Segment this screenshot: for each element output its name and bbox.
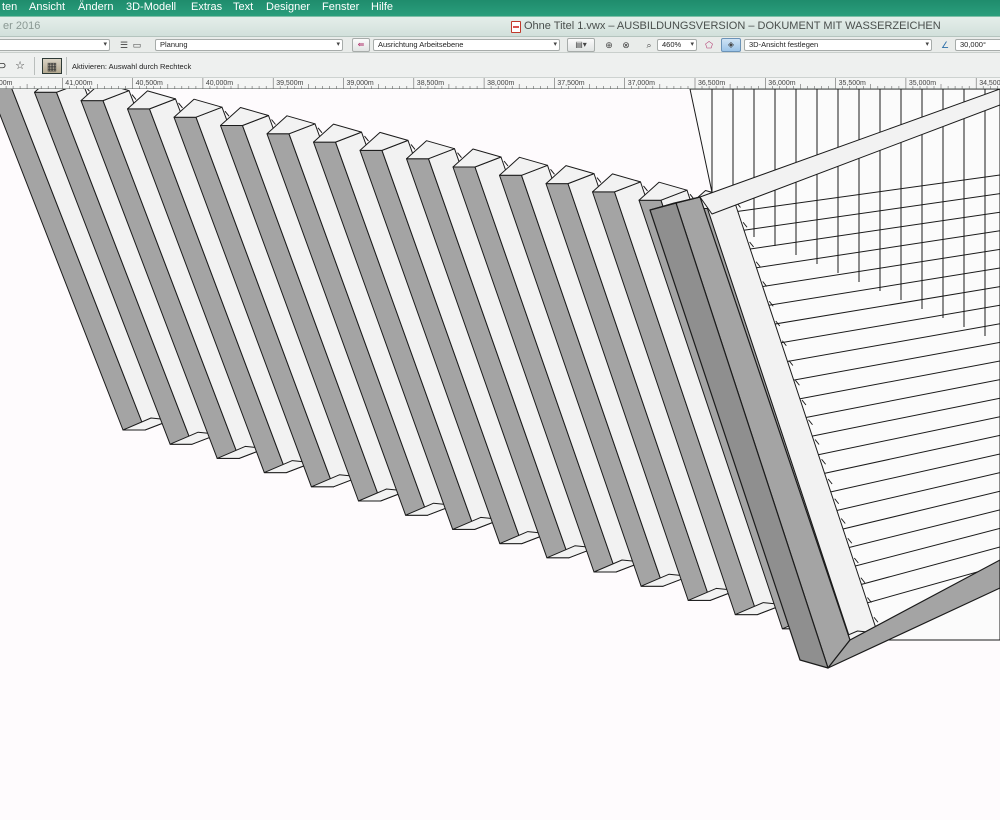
title-bar: er 2016 Ohne Titel 1.vwx – AUSBILDUNGSVE… (0, 16, 1000, 37)
menu-item-fenster[interactable]: Fenster (322, 1, 359, 13)
layer-select[interactable]: Planung ▾ (155, 39, 343, 51)
menu-bar: ten Ansicht Ändern 3D-Modell Extras Text… (0, 0, 1000, 16)
slat-gap-rung (410, 144, 416, 150)
separator (66, 57, 67, 75)
lasso-mode-icon[interactable]: ⊃ (0, 58, 10, 74)
chevron-down-icon: ▾ (336, 41, 340, 48)
zoom-objects-icon[interactable]: ⊗ (620, 39, 632, 51)
menu-item-aendern[interactable]: Ändern (78, 1, 113, 13)
ruler-label: 500m (0, 80, 13, 87)
ruler-label: 39,500m (276, 80, 304, 87)
slat-gap-rung (550, 168, 555, 175)
workplane-select[interactable]: Ausrichtung Arbeitsebene ▾ (373, 39, 560, 51)
angle-field[interactable]: 30,000° (955, 39, 1000, 51)
menu-item-text[interactable]: Text (233, 1, 253, 13)
ruler-label: 34,500m (979, 80, 1000, 87)
zoom-icon[interactable]: ⌕ (643, 39, 655, 51)
page-icon: ▤▾ (575, 40, 587, 49)
chevron-down-icon: ▾ (925, 41, 929, 48)
slat-gap-rung (643, 185, 648, 192)
mode-hint: Aktivieren: Auswahl durch Rechteck (72, 62, 192, 71)
chevron-down-icon: ▾ (553, 41, 557, 48)
slat-gap-rung (596, 177, 602, 183)
workplane-button[interactable]: ⇚ (352, 38, 370, 52)
menu-item-3d-modell[interactable]: 3D-Modell (126, 1, 176, 13)
menu-item-designer[interactable]: Designer (266, 1, 310, 13)
menu-item-extras[interactable]: Extras (191, 1, 222, 13)
render-mode-button[interactable]: ◈ (721, 38, 741, 52)
polygon-select-icon[interactable]: ☆ (12, 58, 28, 74)
document-icon (511, 21, 521, 33)
app-name: er 2016 (3, 20, 41, 32)
layer-options-icon[interactable]: ▭ (131, 39, 143, 51)
slat-gap-rung (503, 160, 509, 167)
document-title: Ohne Titel 1.vwx – AUSBILDUNGSVERSION – … (524, 20, 941, 32)
horizontal-ruler[interactable]: 500m 41,000m 40,500m 40,000m 39,500m 39,000m 3… (0, 78, 1000, 89)
mode-bar: ⊃ ☆ ▦ Aktivieren: Auswahl durch Rechteck (0, 53, 1000, 78)
ruler-label: 35,000m (908, 80, 937, 87)
ruler-label: 37,000m (627, 80, 655, 87)
rectangle-select-mode-icon[interactable]: ▦ (42, 58, 62, 74)
page-setup-button[interactable]: ▤▾ (567, 38, 595, 52)
3d-slat-model[interactable] (0, 89, 1000, 820)
chevron-down-icon: ▾ (690, 41, 694, 48)
ruler-label: 40,500m (135, 80, 163, 87)
slat-gap-rung (271, 119, 276, 125)
angle-icon: ∠ (940, 40, 950, 50)
ruler-label: 40,000m (205, 80, 234, 87)
class-select[interactable]: ▾ (0, 39, 110, 51)
ruler-label: 41,000m (65, 80, 93, 87)
ruler-label: 38,500m (416, 80, 445, 87)
ruler-label: 39,000m (346, 80, 374, 87)
view-select[interactable]: 3D-Ansicht festlegen ▾ (744, 39, 932, 51)
drawing-canvas[interactable] (0, 89, 1000, 820)
ruler-label: 38,000m (487, 80, 515, 87)
menu-item-bearbeiten[interactable]: ten (2, 1, 17, 13)
ruler-label: 37,500m (557, 80, 585, 87)
ruler-label: 36,500m (698, 80, 726, 87)
projection-icon[interactable]: ⬠ (703, 39, 715, 51)
chevron-down-icon: ▾ (103, 41, 107, 48)
ruler-label: 35,500m (838, 80, 866, 87)
layers-icon[interactable]: ☰ (118, 39, 130, 51)
slat-gap-rung (457, 152, 462, 159)
app-window: ten Ansicht Ändern 3D-Modell Extras Text… (0, 0, 1000, 820)
menu-item-ansicht[interactable]: Ansicht (29, 1, 65, 13)
separator (34, 57, 35, 75)
ruler-label: 36,000m (768, 80, 796, 87)
zoom-fit-icon[interactable]: ⊕ (603, 39, 615, 51)
workplane-icon: ⇚ (357, 40, 365, 49)
slat-gap-rung (364, 135, 369, 142)
cube-icon: ◈ (727, 40, 735, 49)
zoom-field[interactable]: 460% ▾ (657, 39, 697, 51)
menu-item-hilfe[interactable]: Hilfe (371, 1, 393, 13)
view-bar: ▾ ☰ ▭ Planung ▾ ⇚ Ausrichtung Arbeitseben… (0, 37, 1000, 53)
slat-gap-rung (317, 127, 323, 134)
